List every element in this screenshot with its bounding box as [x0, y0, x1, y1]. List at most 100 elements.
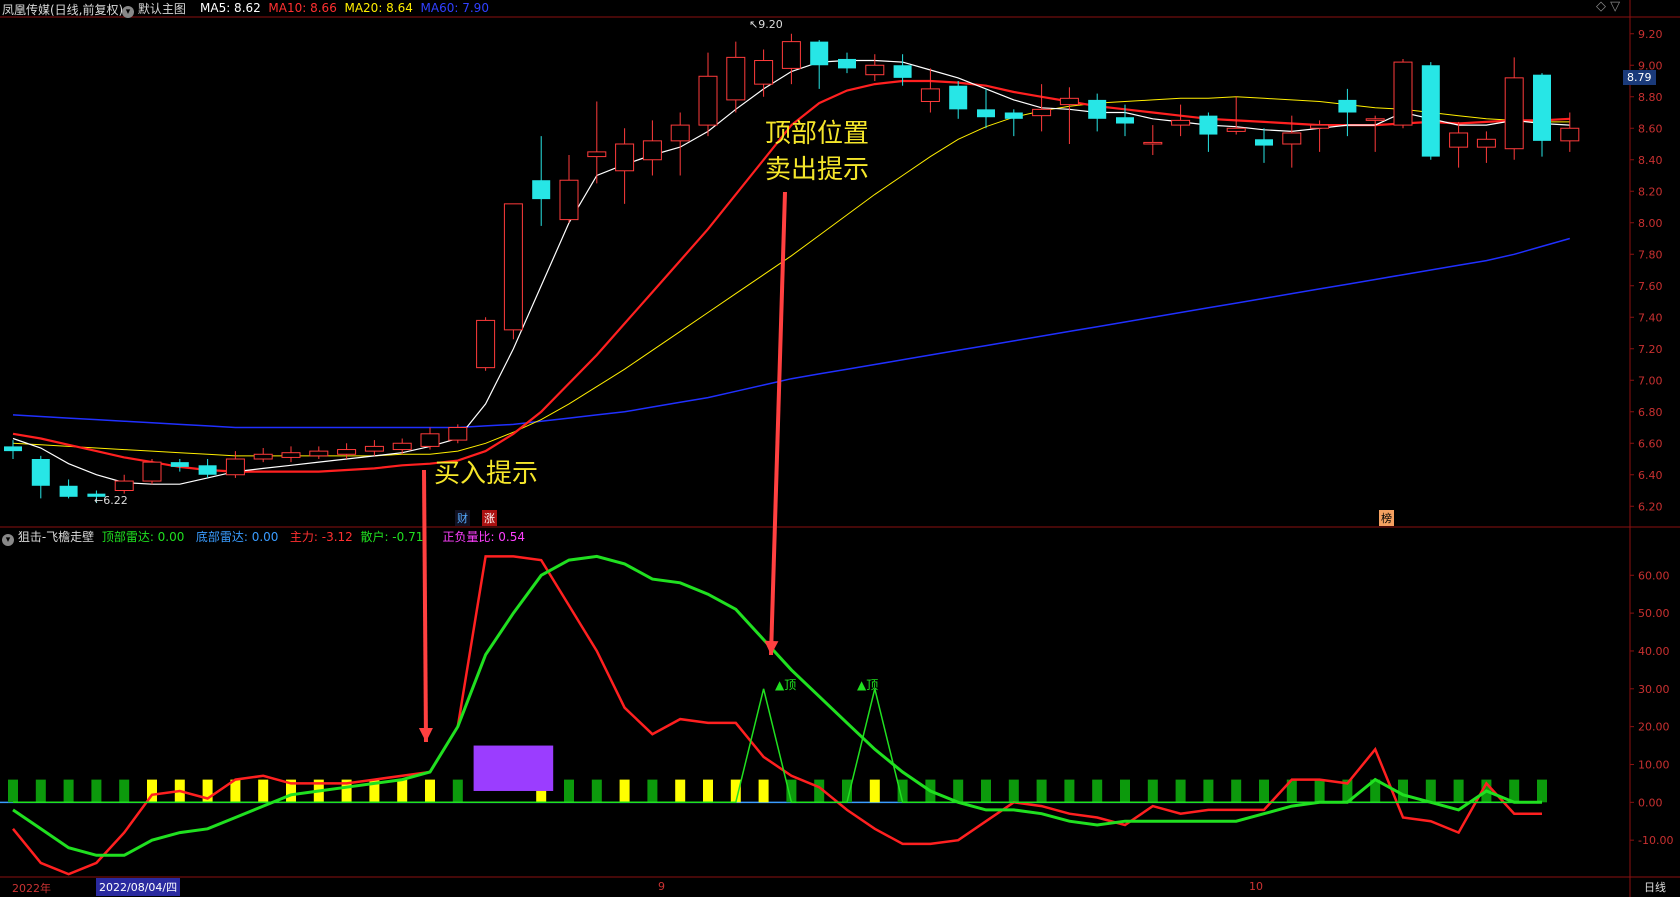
- signal-bar: [63, 779, 74, 803]
- price-tick-label: 6.40: [1638, 469, 1663, 482]
- signal-bar: [953, 779, 964, 803]
- ma20-value: MA20: 8.64: [344, 1, 413, 15]
- purple-signal-block: [473, 745, 554, 791]
- candle-body-down: [1533, 74, 1551, 141]
- finance-marker[interactable]: 财: [455, 510, 470, 526]
- signal-bar: [1120, 779, 1130, 803]
- candle-body-up: [448, 427, 468, 441]
- bottom-radar-value: 底部雷达: 0.00: [195, 530, 279, 544]
- candle-body-up: [920, 88, 940, 102]
- price-tick-label: 8.40: [1638, 154, 1663, 167]
- candle-body-down: [1421, 65, 1440, 157]
- candle-body-up: [1560, 127, 1580, 142]
- candle-body-up: [1282, 132, 1302, 145]
- candle-body-up: [726, 56, 746, 101]
- candle-body-up: [392, 442, 412, 451]
- signal-bar: [1259, 779, 1269, 803]
- candle-body-up: [1032, 108, 1052, 117]
- low-price-value: 6.22: [103, 494, 128, 507]
- signal-bar: [258, 779, 269, 803]
- candle-body-down: [1255, 139, 1273, 146]
- signal-bar: [1036, 779, 1047, 803]
- price-tick-label: 7.00: [1638, 374, 1663, 387]
- candle-body-down: [4, 446, 22, 452]
- candlestick-series: [4, 33, 1580, 504]
- candle-body-up: [754, 60, 774, 85]
- settings-chevron-icon[interactable]: ▾: [2, 534, 14, 546]
- buy-arrow: [422, 469, 428, 743]
- retail-value: 散户: -0.71: [360, 530, 424, 544]
- year-label: 2022年: [12, 882, 51, 895]
- candle-body-down: [170, 462, 189, 467]
- ma10-value: MA10: 8.66: [268, 1, 337, 15]
- signal-bar: [35, 779, 46, 803]
- signal-bar: [1175, 779, 1186, 803]
- candle-body-down: [1004, 112, 1023, 119]
- candle-body-up: [559, 179, 579, 221]
- indicator-tick-label: 30.00: [1638, 683, 1670, 696]
- period-button[interactable]: 日线: [1644, 879, 1666, 895]
- signal-bar: [591, 779, 602, 803]
- candle-body-up: [1143, 141, 1163, 145]
- indicator-tick-label: 60.00: [1638, 569, 1670, 582]
- price-tick-label: 7.40: [1638, 311, 1663, 324]
- signal-bar: [981, 779, 991, 803]
- signal-bar: [647, 779, 658, 803]
- high-price-label: ↖9.20: [749, 18, 783, 31]
- ranking-marker[interactable]: 榜: [1379, 510, 1394, 526]
- limit-up-marker[interactable]: 涨: [482, 510, 497, 526]
- signal-bar: [1092, 779, 1103, 803]
- signal-bar: [1231, 779, 1242, 803]
- candle-body-down: [31, 459, 50, 486]
- candle-body-down: [838, 58, 856, 69]
- signal-bar: [619, 779, 630, 803]
- candle-body-up: [364, 445, 384, 452]
- dropdown-icon[interactable]: ▽: [1610, 0, 1620, 14]
- candle-body-up: [781, 41, 801, 69]
- signal-bar: [1314, 779, 1325, 803]
- price-axis: 6.20 6.40 6.60 6.80 7.00 7.20 7.40 7.60 7.80 8.00…: [1630, 28, 1663, 513]
- candle-body-down: [1199, 115, 1218, 135]
- series-0-line: [12, 555, 1542, 876]
- candle-body-up: [420, 433, 440, 447]
- candle-body-down: [810, 41, 829, 66]
- signal-bar: [1008, 779, 1019, 803]
- sell-annotation-line2: 卖出提示: [765, 155, 870, 185]
- diamond-icon[interactable]: ◇: [1596, 0, 1606, 14]
- buy-arrow-head: [418, 727, 433, 742]
- indicator-tick-label: 20.00: [1638, 721, 1670, 734]
- main-force-value: 主力: -3.12: [289, 530, 353, 544]
- signal-bar: [564, 779, 574, 803]
- candle-body-down: [59, 485, 78, 497]
- signal-bar: [1147, 779, 1158, 803]
- signal-bar: [675, 779, 686, 803]
- signal-bar: [425, 779, 435, 803]
- signal-bar: [91, 779, 102, 803]
- indicator-lines: [12, 554, 1542, 876]
- top-signal-label-1: ▲顶: [775, 678, 797, 692]
- indicator-name: 狙击-飞檐走壁: [17, 530, 95, 544]
- indicator-tick-label: 0.00: [1638, 796, 1663, 809]
- candle-body-up: [587, 151, 607, 158]
- candle-body-up: [1504, 77, 1524, 150]
- signal-bar: [1398, 779, 1408, 803]
- indicator-tick-label: 40.00: [1638, 645, 1670, 658]
- signal-bar: [1509, 779, 1520, 803]
- signal-bar: [8, 779, 18, 803]
- ma60-line: [12, 237, 1571, 429]
- candle-body-up: [1393, 61, 1413, 126]
- signal-bar: [1537, 779, 1547, 803]
- month-9-label: 9: [658, 880, 665, 893]
- candle-body-up: [698, 75, 718, 126]
- candle-body-up: [1310, 124, 1330, 129]
- main-chart-selector[interactable]: ▾ 默认主图: [122, 0, 186, 18]
- candle-body-up: [503, 203, 523, 331]
- month-10-label: 10: [1249, 880, 1263, 893]
- chevron-down-icon: ▾: [122, 6, 134, 18]
- price-tick-label: 6.60: [1638, 437, 1663, 450]
- indicator-axis: -10.00 0.00 10.00 20.00 30.00 40.00 50.00 60.00: [0, 569, 1673, 847]
- indicator-tick-label: -10.00: [1638, 834, 1673, 847]
- price-tick-label: 8.80: [1638, 91, 1663, 104]
- indicator-header: ▾ 狙击-飞檐走壁 顶部雷达: 0.00 底部雷达: 0.00 主力: -3.1…: [2, 528, 525, 546]
- signal-bar: [1203, 779, 1214, 803]
